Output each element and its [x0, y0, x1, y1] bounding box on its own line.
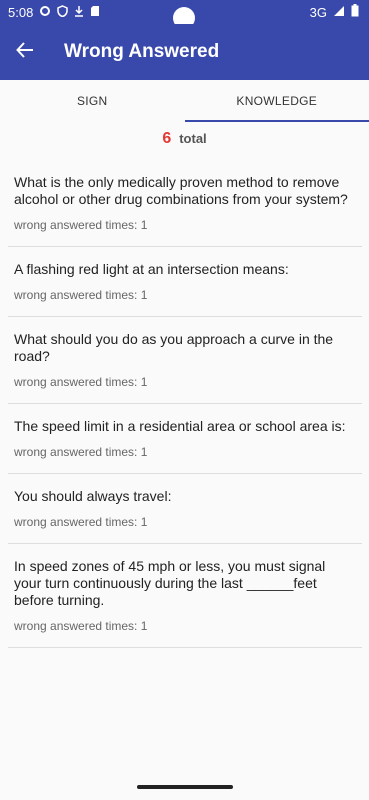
shield-icon — [57, 4, 69, 20]
question-text: What should you do as you approach a cur… — [14, 331, 334, 364]
total-summary: 6 total — [0, 130, 369, 148]
home-indicator[interactable] — [137, 785, 233, 789]
wrong-count: wrong answered times: 1 — [14, 288, 148, 302]
total-count: 6 — [162, 130, 172, 147]
question-list: What is the only medically proven method… — [8, 160, 362, 648]
download-icon — [74, 5, 84, 20]
wrong-count: wrong answered times: 1 — [14, 445, 148, 459]
list-item[interactable]: What is the only medically proven method… — [8, 160, 362, 247]
wrong-count: wrong answered times: 1 — [14, 619, 148, 633]
question-text: You should always travel: — [14, 488, 172, 504]
wrong-count: wrong answered times: 1 — [14, 515, 148, 529]
tab-bar: SIGN KNOWLEDGE — [0, 80, 369, 122]
list-item[interactable]: The speed limit in a residential area or… — [8, 404, 362, 474]
network-type: 3G — [309, 4, 327, 20]
gear-icon — [39, 5, 51, 20]
question-text: A flashing red light at an intersection … — [14, 261, 289, 277]
list-item[interactable]: What should you do as you approach a cur… — [8, 317, 362, 404]
tab-knowledge-label: KNOWLEDGE — [236, 94, 318, 108]
question-text: What is the only medically proven method… — [14, 174, 348, 207]
tab-sign[interactable]: SIGN — [0, 80, 185, 122]
app-bar: Wrong Answered — [0, 24, 369, 80]
wrong-count: wrong answered times: 1 — [14, 375, 148, 389]
tab-sign-label: SIGN — [76, 94, 108, 108]
list-item[interactable]: You should always travel: wrong answered… — [8, 474, 362, 544]
wrong-count: wrong answered times: 1 — [14, 218, 148, 232]
status-right: 3G — [310, 4, 369, 20]
back-button[interactable] — [0, 24, 50, 80]
total-label: total — [179, 131, 207, 146]
status-left: 5:08 — [0, 5, 100, 20]
signal-icon — [333, 5, 345, 20]
tab-knowledge[interactable]: KNOWLEDGE — [184, 80, 369, 122]
arrow-left-icon — [16, 41, 34, 64]
question-text: The speed limit in a residential area or… — [14, 418, 346, 434]
status-time: 5:08 — [8, 4, 34, 20]
list-item[interactable]: In speed zones of 45 mph or less, you mu… — [8, 544, 362, 648]
list-item[interactable]: A flashing red light at an intersection … — [8, 247, 362, 317]
sd-card-icon — [90, 5, 100, 20]
question-text: In speed zones of 45 mph or less, you mu… — [14, 558, 326, 608]
battery-icon — [351, 4, 359, 20]
page-title: Wrong Answered — [64, 41, 220, 62]
